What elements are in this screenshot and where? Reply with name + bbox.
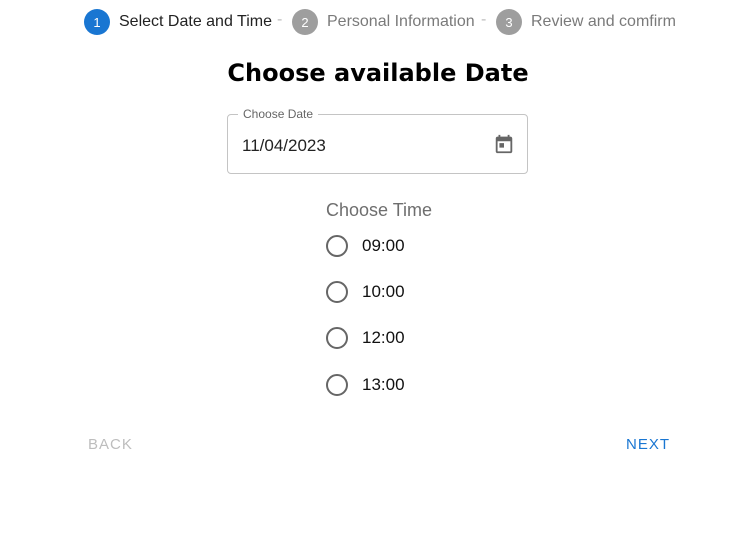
step-number-2: 2: [292, 9, 318, 35]
back-button[interactable]: BACK: [88, 436, 133, 453]
next-button[interactable]: NEXT: [626, 436, 670, 453]
page-title: Choose available Date: [227, 59, 529, 87]
date-field-value[interactable]: 11/04/2023: [242, 136, 326, 156]
step-separator: -: [277, 11, 283, 28]
step-personal-information[interactable]: 2 Personal Information: [292, 9, 475, 35]
time-option-label: 13:00: [362, 375, 405, 394]
step-number-1: 1: [84, 9, 110, 35]
time-option-label: 10:00: [362, 282, 405, 301]
time-option-label: 09:00: [362, 236, 405, 255]
time-option-1300[interactable]: 13:00: [326, 374, 405, 396]
time-option-1000[interactable]: 10:00: [326, 281, 405, 303]
step-review-confirm[interactable]: 3 Review and comfirm: [496, 9, 676, 35]
step-separator: -: [481, 11, 487, 28]
radio-button[interactable]: [326, 281, 348, 303]
step-select-date-time[interactable]: 1 Select Date and Time: [84, 9, 272, 35]
date-field[interactable]: Choose Date 11/04/2023: [227, 107, 528, 174]
step-label: Select Date and Time: [119, 13, 272, 30]
time-option-1200[interactable]: 12:00: [326, 327, 405, 349]
stepper: 1 Select Date and Time - 2 Personal Info…: [0, 0, 756, 44]
radio-button[interactable]: [326, 327, 348, 349]
step-label: Personal Information: [327, 13, 475, 30]
calendar-icon[interactable]: [491, 131, 517, 157]
time-section-label: Choose Time: [326, 200, 433, 220]
step-number-3: 3: [496, 9, 522, 35]
radio-button[interactable]: [326, 235, 348, 257]
time-option-label: 12:00: [362, 328, 405, 347]
radio-button[interactable]: [326, 374, 348, 396]
step-label: Review and comfirm: [531, 13, 676, 30]
time-option-0900[interactable]: 09:00: [326, 235, 405, 257]
date-field-label: Choose Date: [238, 107, 319, 121]
